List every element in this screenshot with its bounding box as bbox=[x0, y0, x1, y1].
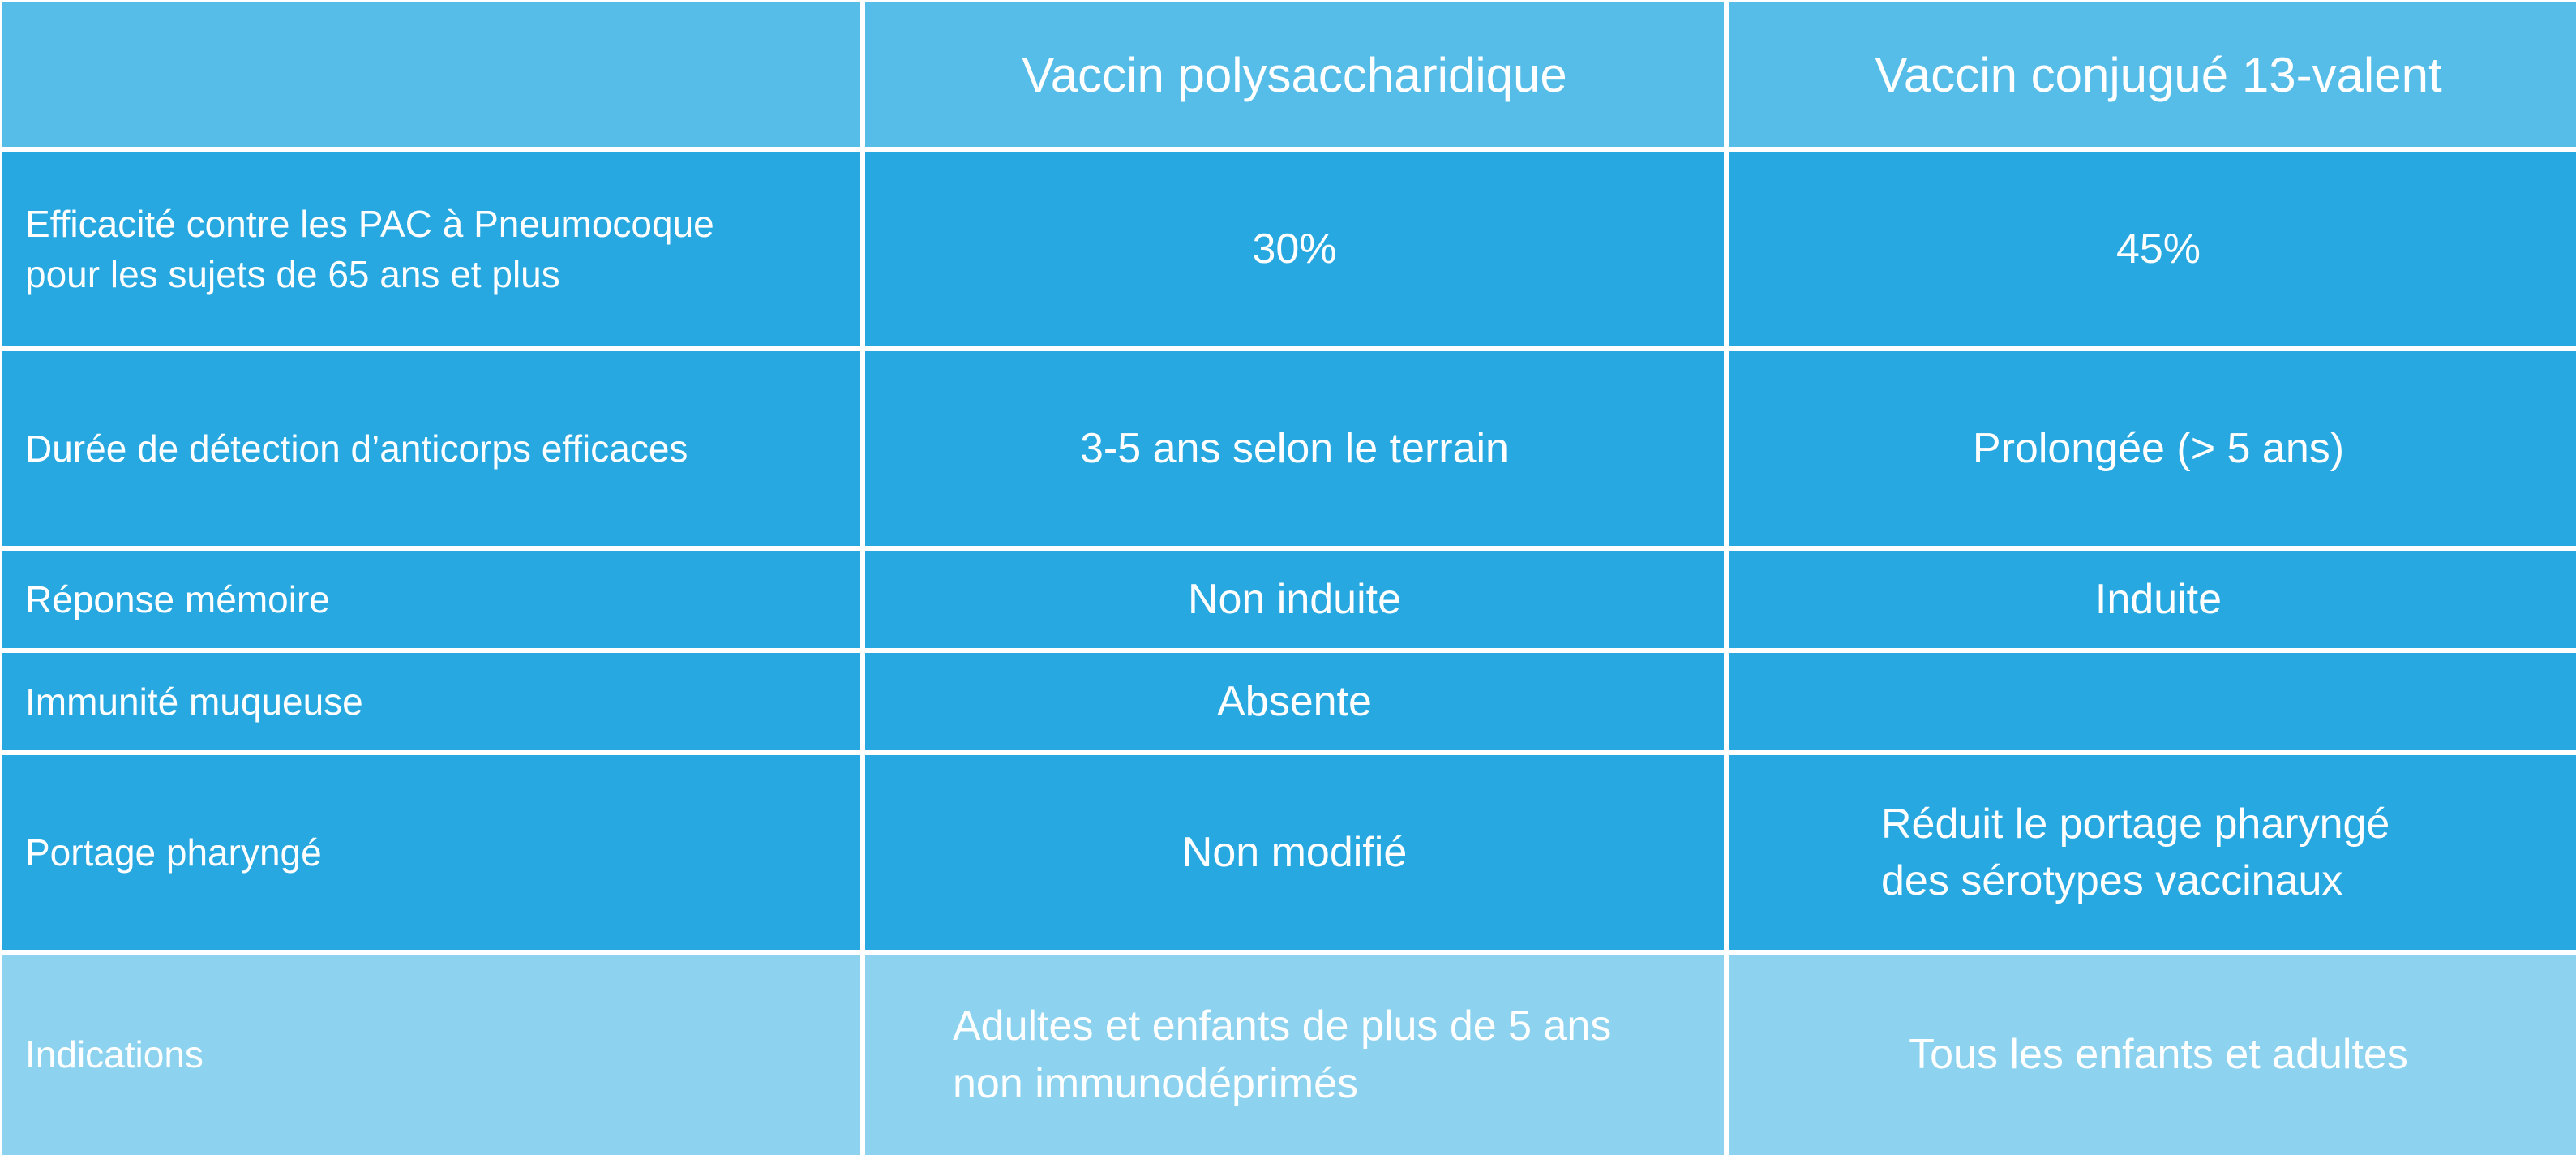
row-label-efficacy: Efficacité contre les PAC à Pneumocoque … bbox=[2, 152, 860, 346]
cell-indications-conjugate: Tous les enfants et adultes bbox=[1729, 955, 2576, 1155]
cell-memory-conjugate: Induite bbox=[1729, 551, 2576, 648]
cell-efficacy-conjugate: 45% bbox=[1729, 152, 2576, 346]
row-label-indications: Indications bbox=[2, 955, 860, 1155]
vaccine-comparison-table: Vaccin polysaccharidique Vaccin conjugué… bbox=[0, 0, 2576, 1155]
cell-mucosal-conjugate bbox=[1729, 653, 2576, 750]
cell-efficacy-polysaccharide: 30% bbox=[865, 152, 1724, 346]
header-conjugate-vaccine: Vaccin conjugué 13-valent bbox=[1729, 2, 2576, 147]
header-empty-cell bbox=[2, 2, 860, 147]
row-label-antibody-duration: Durée de détection d’anticorps efficaces bbox=[2, 351, 860, 546]
header-polysaccharide-vaccine: Vaccin polysaccharidique bbox=[865, 2, 1724, 147]
cell-duration-polysaccharide: 3-5 ans selon le terrain bbox=[865, 351, 1724, 546]
row-label-mucosal-immunity: Immunité muqueuse bbox=[2, 653, 860, 750]
cell-carriage-conjugate: Réduit le portage pharyngé des sérotypes… bbox=[1729, 755, 2576, 950]
cell-carriage-polysaccharide: Non modifié bbox=[865, 755, 1724, 950]
row-label-pharyngeal-carriage: Portage pharyngé bbox=[2, 755, 860, 950]
cell-indications-polysaccharide: Adultes et enfants de plus de 5 ans non … bbox=[865, 955, 1724, 1155]
row-label-memory-response: Réponse mémoire bbox=[2, 551, 860, 648]
cell-mucosal-polysaccharide: Absente bbox=[865, 653, 1724, 750]
cell-memory-polysaccharide: Non induite bbox=[865, 551, 1724, 648]
cell-duration-conjugate: Prolongée (> 5 ans) bbox=[1729, 351, 2576, 546]
